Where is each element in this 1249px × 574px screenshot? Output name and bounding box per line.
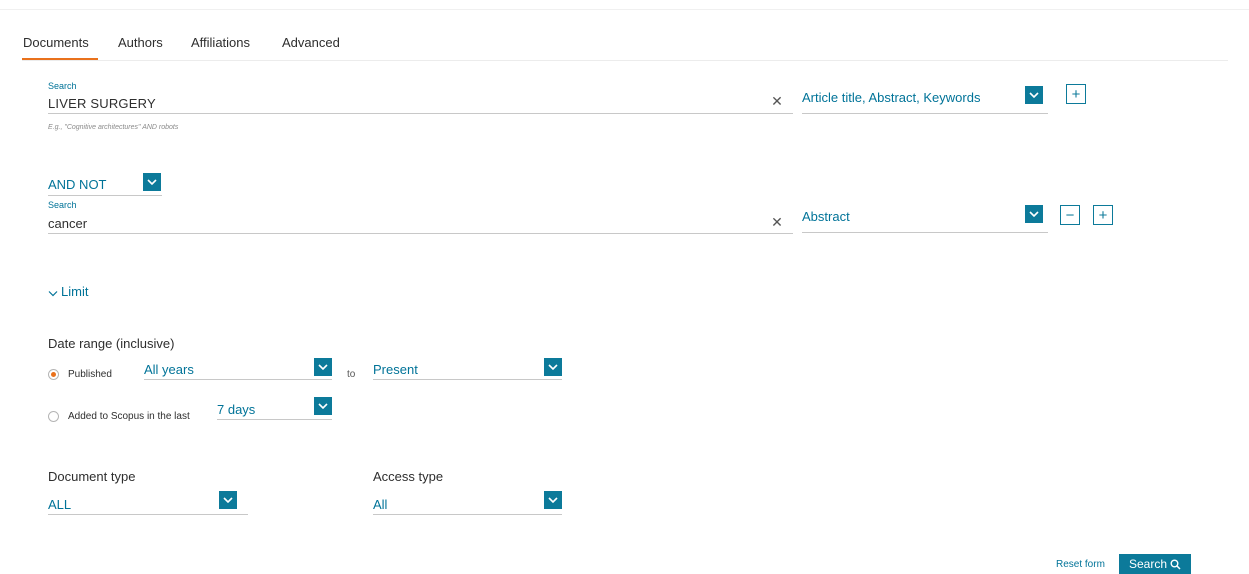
added-days-chevron-down-icon[interactable]: [314, 397, 332, 415]
to-year-chevron-down-icon[interactable]: [544, 358, 562, 376]
search-input-1[interactable]: LIVER SURGERY: [48, 96, 156, 111]
access-type-title: Access type: [373, 469, 444, 484]
field-select-2-chevron-down-icon[interactable]: [1025, 205, 1043, 223]
document-type-underline: [48, 514, 248, 515]
search-button[interactable]: Search: [1119, 554, 1191, 574]
date-range-title: Date range (inclusive): [48, 336, 175, 351]
published-radio[interactable]: [48, 369, 59, 380]
field-select-1-underline: [802, 113, 1048, 114]
search-button-label: Search: [1128, 557, 1168, 571]
from-year-chevron-down-icon[interactable]: [314, 358, 332, 376]
clear-search-2-icon[interactable]: ✕: [770, 214, 784, 230]
to-label: to: [347, 369, 356, 380]
tab-documents[interactable]: Documents: [23, 35, 89, 50]
tab-authors[interactable]: Authors: [118, 35, 163, 50]
search-label: Search: [48, 81, 77, 91]
search-input-2[interactable]: cancer: [48, 216, 87, 231]
search-input-1-underline: [48, 113, 793, 114]
field-select-2[interactable]: Abstract: [802, 209, 850, 224]
tab-advanced[interactable]: Advanced: [282, 35, 340, 50]
active-tab-indicator: [22, 58, 98, 60]
add-row-1-plus-icon[interactable]: +: [1066, 84, 1086, 104]
added-to-scopus-radio[interactable]: [48, 411, 59, 422]
access-type-chevron-down-icon[interactable]: [544, 491, 562, 509]
top-divider: [0, 9, 1249, 10]
published-label: Published: [68, 369, 112, 380]
limit-toggle[interactable]: Limit: [48, 284, 88, 300]
operator-select[interactable]: AND NOT: [48, 177, 107, 192]
from-year-underline: [144, 379, 332, 380]
operator-chevron-down-icon[interactable]: [143, 173, 161, 191]
added-days-underline: [217, 419, 332, 420]
field-select-2-underline: [802, 232, 1048, 233]
to-year-select[interactable]: Present: [373, 362, 418, 377]
clear-search-1-icon[interactable]: ✕: [770, 93, 784, 109]
tabs-divider: [22, 60, 1228, 61]
search-icon: [1170, 559, 1181, 570]
tab-affiliations[interactable]: Affiliations: [191, 35, 250, 50]
to-year-underline: [373, 379, 562, 380]
document-type-chevron-down-icon[interactable]: [219, 491, 237, 509]
search-hint: E.g., "Cognitive architectures" AND robo…: [48, 124, 179, 131]
document-type-select[interactable]: ALL: [48, 497, 71, 512]
added-days-select[interactable]: 7 days: [217, 402, 255, 417]
from-year-select[interactable]: All years: [144, 362, 194, 377]
reset-form-link[interactable]: Reset form: [1056, 559, 1105, 570]
search-input-2-underline: [48, 233, 793, 234]
access-type-select[interactable]: All: [373, 497, 387, 512]
access-type-underline: [373, 514, 562, 515]
added-to-scopus-label: Added to Scopus in the last: [68, 411, 190, 422]
add-row-2-plus-icon[interactable]: +: [1093, 205, 1113, 225]
operator-select-underline: [48, 195, 162, 196]
chevron-down-icon: [48, 285, 58, 300]
field-select-1[interactable]: Article title, Abstract, Keywords: [802, 90, 980, 105]
limit-label: Limit: [61, 284, 89, 299]
radio-selected-dot: [51, 372, 56, 377]
document-type-title: Document type: [48, 469, 136, 484]
search-label-2: Search: [48, 200, 77, 210]
remove-row-2-minus-icon[interactable]: −: [1060, 205, 1080, 225]
field-select-1-chevron-down-icon[interactable]: [1025, 86, 1043, 104]
